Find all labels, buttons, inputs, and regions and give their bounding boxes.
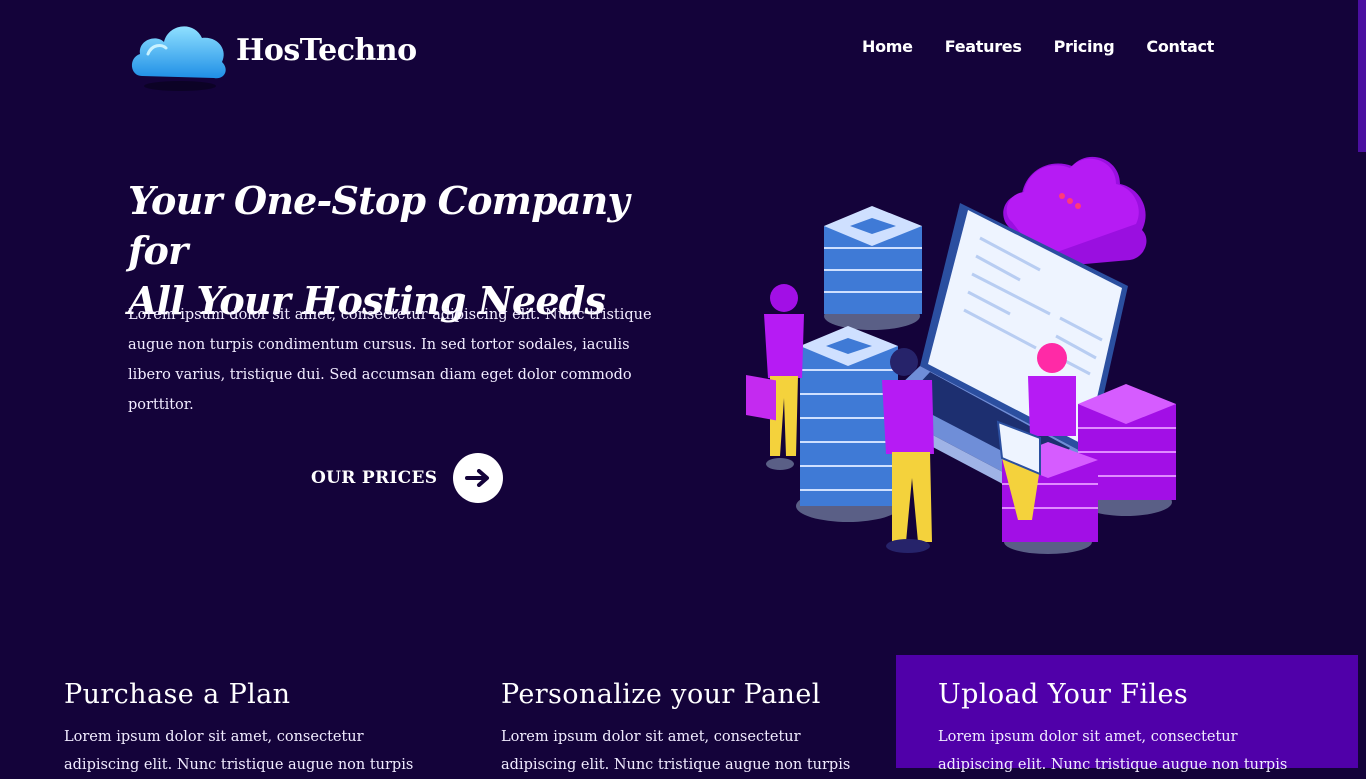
feature-personalize-panel: Personalize your Panel Lorem ipsum dolor…	[437, 655, 897, 773]
main-nav: Home Features Pricing Contact	[862, 37, 1214, 56]
nav-home[interactable]: Home	[862, 37, 913, 56]
hosting-illustration	[746, 156, 1176, 554]
scrollbar-thumb[interactable]	[1358, 0, 1366, 152]
nav-contact[interactable]: Contact	[1146, 37, 1214, 56]
feature-text: Lorem ipsum dolor sit amet, consectetur …	[938, 729, 1288, 773]
person-woman-icon	[746, 284, 804, 470]
blue-server-stack-icon	[824, 206, 922, 330]
feature-text: Lorem ipsum dolor sit amet, consectetur …	[64, 729, 414, 773]
hero-title-line-1: Your One-Stop Company for	[128, 178, 630, 273]
feature-upload-files: Upload Your Files Lorem ipsum dolor sit …	[896, 655, 1358, 773]
logo[interactable]: HosTechno	[128, 14, 417, 94]
our-prices-button[interactable]: OUR PRICES	[311, 453, 504, 503]
arrow-right-icon	[465, 469, 490, 487]
feature-purchase-plan: Purchase a Plan Lorem ipsum dolor sit am…	[0, 655, 437, 773]
brand-name: HosTechno	[236, 32, 417, 68]
hero-description: Lorem ipsum dolor sit amet, consectetur …	[128, 307, 652, 413]
cta-circle[interactable]	[453, 453, 504, 503]
nav-features[interactable]: Features	[945, 37, 1022, 56]
cloud-logo-icon	[131, 26, 226, 91]
feature-text: Lorem ipsum dolor sit amet, consectetur …	[501, 729, 851, 773]
feature-title: Upload Your Files	[938, 679, 1189, 710]
feature-title: Personalize your Panel	[501, 679, 821, 710]
feature-title: Purchase a Plan	[64, 679, 291, 710]
cta-label: OUR PRICES	[311, 468, 438, 488]
nav-pricing[interactable]: Pricing	[1054, 37, 1115, 56]
